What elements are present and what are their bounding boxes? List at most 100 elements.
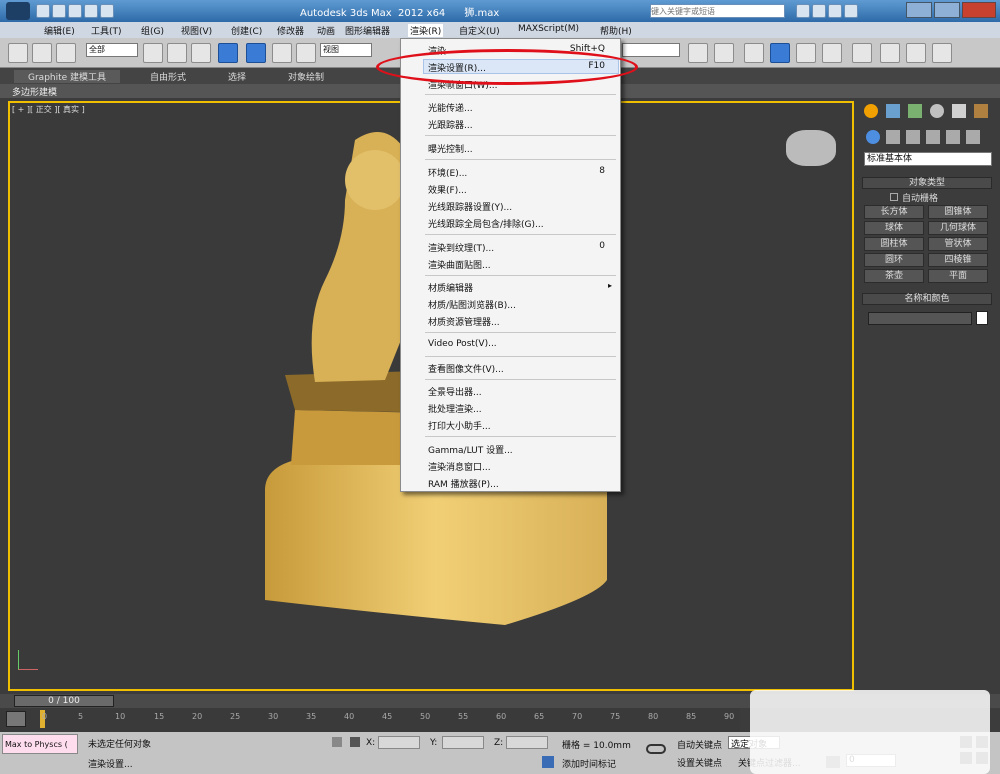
menu-effects[interactable]: 效果(F)... xyxy=(428,183,467,196)
menu-light-tracer[interactable]: 光跟踪器... xyxy=(428,118,473,131)
menu-views[interactable]: 视图(V) xyxy=(181,24,212,37)
menu-customize[interactable]: 自定义(U) xyxy=(459,24,500,37)
cone-button[interactable]: 圆锥体 xyxy=(928,205,988,219)
reference-coord-select[interactable]: 视图 xyxy=(320,43,372,57)
select-move-icon[interactable] xyxy=(246,43,266,63)
menu-print-size-assistant[interactable]: 打印大小助手... xyxy=(428,419,491,432)
menu-raytrace-include-exclude[interactable]: 光线跟踪全局包含/排除(G)... xyxy=(428,217,544,230)
schematic-view-icon[interactable] xyxy=(822,43,842,63)
time-slider-handle[interactable]: 0 / 100 xyxy=(14,695,114,707)
cameras-icon[interactable] xyxy=(926,130,940,144)
lock-selection-icon[interactable] xyxy=(332,737,342,747)
maxscript-listener-input[interactable]: Max to Physcs ( xyxy=(2,734,78,754)
material-editor-icon[interactable] xyxy=(852,43,872,63)
render-setup-icon[interactable] xyxy=(880,43,900,63)
menu-environment[interactable]: 环境(E)... xyxy=(428,166,467,179)
menu-radiosity[interactable]: 光能传递... xyxy=(428,101,473,114)
menu-modifiers[interactable]: 修改器 xyxy=(277,24,304,37)
menu-material-explorer[interactable]: 材质资源管理器... xyxy=(428,315,500,328)
curve-editor-icon[interactable] xyxy=(796,43,816,63)
menu-tools[interactable]: 工具(T) xyxy=(91,24,122,37)
add-time-tag-button[interactable]: 添加时间标记 xyxy=(562,757,616,770)
x-coord-field[interactable] xyxy=(378,736,420,749)
select-rotate-icon[interactable] xyxy=(272,43,292,63)
menu-render-surface-map[interactable]: 渲染曲面贴图... xyxy=(428,258,491,271)
object-color-swatch[interactable] xyxy=(976,311,988,325)
open-file-icon[interactable] xyxy=(52,4,66,18)
menu-ram-player[interactable]: RAM 播放器(P)... xyxy=(428,477,499,490)
tab-freeform[interactable]: 自由形式 xyxy=(150,70,186,83)
menu-animation[interactable]: 动画 xyxy=(317,24,335,37)
set-key-icon[interactable] xyxy=(646,744,666,754)
utilities-tab-icon[interactable] xyxy=(974,104,988,118)
link-icon[interactable] xyxy=(8,43,28,63)
unlink-icon[interactable] xyxy=(32,43,52,63)
layer-manager-icon[interactable] xyxy=(744,43,764,63)
menu-batch-render[interactable]: 批处理渲染... xyxy=(428,402,482,415)
minimize-button[interactable] xyxy=(906,2,932,18)
graphite-toggle-icon[interactable] xyxy=(770,43,790,63)
name-color-rollout[interactable]: 名称和颜色 xyxy=(862,293,992,305)
help-icon[interactable] xyxy=(844,4,858,18)
select-object-icon[interactable] xyxy=(143,43,163,63)
app-logo-icon[interactable] xyxy=(6,2,30,20)
auto-key-button[interactable]: 自动关键点 xyxy=(677,738,722,751)
autogrid-checkbox[interactable]: 自动栅格 xyxy=(890,191,938,204)
object-name-field[interactable] xyxy=(868,312,972,325)
pyramid-button[interactable]: 四棱锥 xyxy=(928,253,988,267)
save-file-icon[interactable] xyxy=(68,4,82,18)
menu-video-post[interactable]: Video Post(V)... xyxy=(428,339,497,349)
tab-selection[interactable]: 选择 xyxy=(228,70,246,83)
menu-material-map-browser[interactable]: 材质/贴图浏览器(B)... xyxy=(428,298,516,311)
undo-icon[interactable] xyxy=(84,4,98,18)
menu-graph-editors[interactable]: 图形编辑器 xyxy=(345,24,390,37)
menu-help[interactable]: 帮助(H) xyxy=(600,24,632,37)
geosphere-button[interactable]: 几何球体 xyxy=(928,221,988,235)
display-tab-icon[interactable] xyxy=(952,104,966,118)
named-selection-select[interactable] xyxy=(622,43,680,57)
menu-gamma-lut-setup[interactable]: Gamma/LUT 设置... xyxy=(428,443,513,456)
window-crossing-icon[interactable] xyxy=(218,43,238,63)
rendered-frame-icon[interactable] xyxy=(906,43,926,63)
teapot-button[interactable]: 茶壶 xyxy=(864,269,924,283)
helpers-icon[interactable] xyxy=(946,130,960,144)
menu-maxscript[interactable]: MAXScript(M) xyxy=(518,24,579,34)
close-button[interactable] xyxy=(962,2,996,18)
time-tag-icon[interactable] xyxy=(542,756,554,768)
selection-filter-select[interactable]: 全部 xyxy=(86,43,138,57)
viewport-label[interactable]: [ + ][ 正交 ][ 真实 ] xyxy=(12,104,85,115)
rect-selection-icon[interactable] xyxy=(191,43,211,63)
tab-object-paint[interactable]: 对象绘制 xyxy=(288,70,324,83)
menu-render-to-texture[interactable]: 渲染到纹理(T)... xyxy=(428,241,494,254)
sphere-button[interactable]: 球体 xyxy=(864,221,924,235)
menu-material-editor[interactable]: 材质编辑器 xyxy=(428,281,473,294)
create-tab-icon[interactable] xyxy=(864,104,878,118)
cylinder-button[interactable]: 圆柱体 xyxy=(864,237,924,251)
select-by-name-icon[interactable] xyxy=(167,43,187,63)
hierarchy-tab-icon[interactable] xyxy=(908,104,922,118)
shapes-icon[interactable] xyxy=(886,130,900,144)
select-scale-icon[interactable] xyxy=(296,43,316,63)
mini-curve-editor-icon[interactable] xyxy=(6,711,26,727)
menu-view-image-file[interactable]: 查看图像文件(V)... xyxy=(428,362,504,375)
menu-group[interactable]: 组(G) xyxy=(141,24,164,37)
plane-button[interactable]: 平面 xyxy=(928,269,988,283)
redo-icon[interactable] xyxy=(100,4,114,18)
set-key-button[interactable]: 设置关键点 xyxy=(677,756,722,769)
ribbon-sub-label[interactable]: 多边形建模 xyxy=(12,85,57,98)
track-bar[interactable]: 0 5 10 15 20 25 30 35 40 45 50 55 60 65 … xyxy=(0,708,740,732)
menu-rendering[interactable]: 渲染(R) xyxy=(408,24,444,37)
render-production-icon[interactable] xyxy=(932,43,952,63)
tube-button[interactable]: 管状体 xyxy=(928,237,988,251)
maximize-button[interactable] xyxy=(934,2,960,18)
star-icon[interactable] xyxy=(828,4,842,18)
category-select[interactable]: 标准基本体 xyxy=(864,152,992,166)
y-coord-field[interactable] xyxy=(442,736,484,749)
z-coord-field[interactable] xyxy=(506,736,548,749)
align-icon[interactable] xyxy=(714,43,734,63)
viewcube-icon[interactable] xyxy=(786,130,836,166)
menu-edit[interactable]: 编辑(E) xyxy=(44,24,75,37)
binoculars-icon[interactable] xyxy=(796,4,810,18)
menu-panorama-exporter[interactable]: 全景导出器... xyxy=(428,385,482,398)
menu-exposure-control[interactable]: 曝光控制... xyxy=(428,142,473,155)
